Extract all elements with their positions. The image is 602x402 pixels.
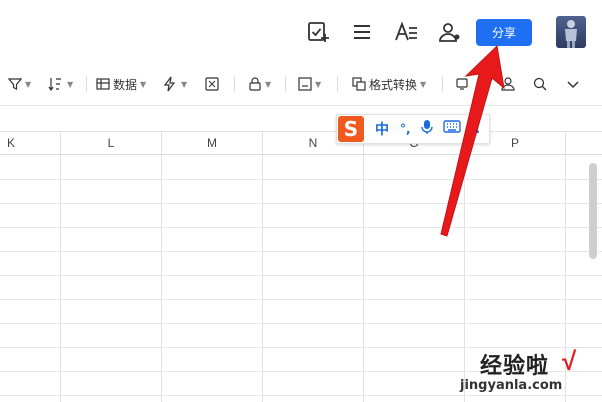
lock-tool[interactable]: ▼ [248,74,271,94]
keyboard-icon[interactable] [442,120,461,138]
grid-line [0,323,602,324]
column-header-k[interactable]: K [0,136,22,150]
grid-line [0,203,602,204]
user-settings-icon[interactable] [438,20,462,44]
top-bar: 分享 [0,0,602,62]
chevron-down-icon: ▼ [25,79,32,89]
chevron-down-icon: ▼ [67,79,74,89]
vertical-scrollbar[interactable] [589,163,597,259]
watermark-url: jingyanla.com [460,378,563,393]
frame-tool[interactable]: ▼ [298,74,321,94]
grid-line [0,299,602,300]
avatar-figure-icon [565,20,577,48]
grid-line [60,131,61,402]
share-button[interactable]: 分享 [476,19,532,46]
data-icon [96,78,110,90]
microphone-icon[interactable] [420,119,433,140]
copy-icon [352,77,366,91]
ime-mode-toggle[interactable]: 中 [375,119,389,139]
column-header-l[interactable]: L [61,136,161,150]
chevron-down-icon: ▼ [181,79,188,89]
grid-line [0,227,602,228]
monitor-icon [456,78,468,90]
grid-line [161,131,162,402]
grid-line [363,131,364,402]
sogou-logo-icon: S [338,116,364,142]
search-icon [533,77,547,91]
lock-icon [249,77,261,91]
chevron-down-icon: ▼ [420,79,427,89]
device-tool[interactable] [455,74,469,94]
divider [285,76,286,92]
data-menu[interactable]: 数据 ▼ [96,74,146,94]
format-convert-menu[interactable]: 格式转换 ▼ [352,74,426,94]
watermark-text: 经验啦 [480,354,550,379]
frame-icon [298,77,312,91]
person-icon [501,77,515,91]
text-format-icon[interactable] [394,20,418,44]
grid-line [262,131,263,402]
sort-icon [48,78,61,91]
person-tool[interactable] [500,74,516,94]
divider [86,76,87,92]
format-convert-label: 格式转换 [369,77,418,92]
watermark: 经验啦 √ jingyanla.com [450,346,595,396]
menu-icon[interactable] [350,20,374,44]
filter-tool[interactable]: ▼ [8,74,31,94]
ime-toolbar[interactable]: S 中 °, [336,114,490,144]
chevron-down-icon [567,81,579,89]
chevron-down-icon: ▼ [140,79,147,89]
quick-action-tool[interactable]: ▼ [162,74,187,94]
filter-icon [8,78,22,90]
check-icon: √ [562,346,577,376]
grid-line [0,275,602,276]
divider [234,76,235,92]
formula-tool[interactable] [205,74,219,94]
divider [442,76,443,92]
column-header-row: K L M N O P [0,131,602,155]
format-toolbar: ▼ ▼ 数据 ▼ ▼ ▼ ▼ 格式转换 ▼ [0,62,602,106]
lightning-icon [163,76,176,92]
more-button[interactable] [566,74,580,94]
grid-line [0,179,602,180]
formula-icon [205,77,219,91]
chevron-down-icon: ▼ [315,79,322,89]
avatar[interactable] [556,16,586,48]
search-button[interactable] [533,74,547,94]
grid-line [0,251,602,252]
column-header-m[interactable]: M [162,136,262,150]
ime-punct-toggle[interactable]: °, [400,122,411,136]
chevron-down-icon: ▼ [265,79,272,89]
sort-tool[interactable]: ▼ [48,74,73,94]
ime-user-icon[interactable] [468,120,479,139]
data-menu-label: 数据 [113,77,138,92]
divider [337,76,338,92]
task-add-icon[interactable] [306,20,330,44]
